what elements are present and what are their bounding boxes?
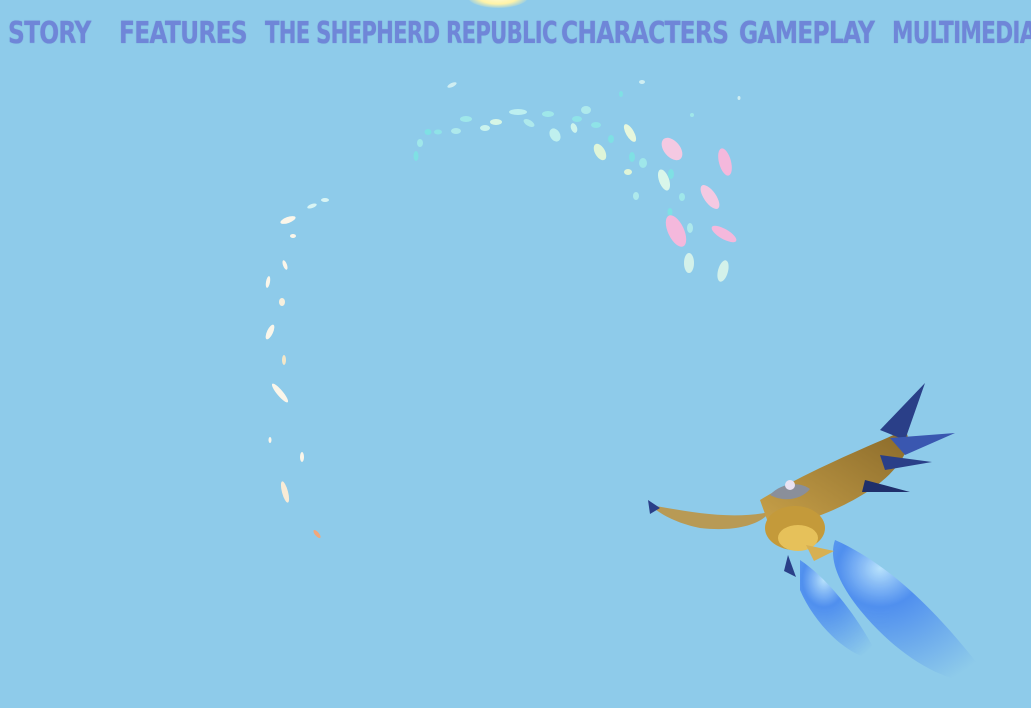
- thruster-flame: [800, 540, 990, 683]
- dragon-rider: [648, 383, 990, 683]
- game-stage: STORY FEATURES THE SHEPHERD REPUBLIC CHA…: [0, 0, 1031, 708]
- dragon-body: [648, 383, 955, 577]
